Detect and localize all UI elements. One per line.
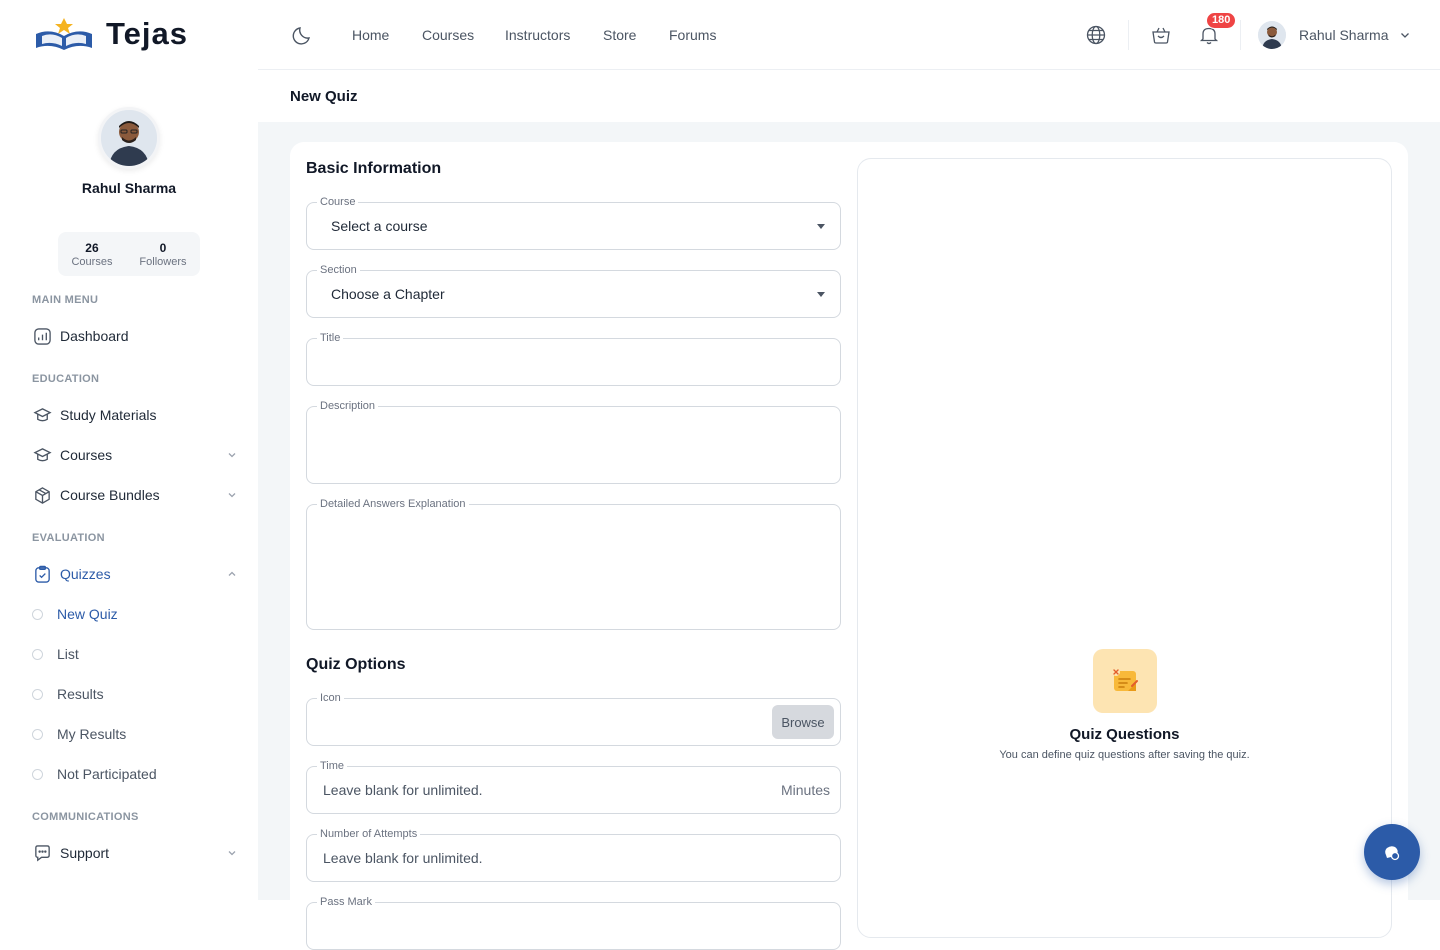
attempts-placeholder: Leave blank for unlimited. — [323, 850, 483, 866]
sidebar-item-courses[interactable]: Courses — [32, 443, 240, 467]
book-logo-icon — [36, 18, 92, 50]
basic-information-title: Basic Information — [306, 160, 442, 177]
heading-main-menu: MAIN MENU — [32, 294, 99, 306]
divider — [1128, 20, 1129, 50]
bullet-icon — [32, 608, 43, 620]
nav-instructors[interactable]: Instructors — [505, 27, 570, 43]
icon-file-input[interactable]: Icon Browse — [306, 691, 841, 746]
section-select[interactable]: Section Choose a Chapter — [306, 263, 841, 318]
shopping-basket-icon[interactable] — [1150, 24, 1172, 46]
section-value: Choose a Chapter — [331, 286, 445, 302]
main-content: Basic Information Course Select a course… — [258, 122, 1440, 950]
course-select[interactable]: Course Select a course — [306, 195, 841, 250]
sidebar: Tejas Rahul Sharma 26 Courses 0 Follower… — [0, 0, 258, 900]
chat-bubble-icon — [32, 843, 52, 863]
title-input[interactable]: Title — [306, 331, 841, 386]
nav-store[interactable]: Store — [603, 27, 636, 43]
sidebar-item-quizzes[interactable]: Quizzes — [32, 562, 240, 586]
chat-icon — [1385, 846, 1400, 861]
description-textarea[interactable]: Description — [306, 399, 841, 484]
heading-evaluation: EVALUATION — [32, 532, 105, 544]
sticky-note-icon — [1093, 649, 1157, 713]
bullet-icon — [32, 768, 43, 780]
sidebar-item-support[interactable]: Support — [32, 841, 240, 865]
top-navbar: Home Courses Instructors Store Forums 18… — [258, 0, 1440, 70]
time-placeholder: Leave blank for unlimited. — [323, 782, 483, 798]
course-value: Select a course — [331, 218, 428, 234]
title-label: Title — [317, 331, 344, 345]
chevron-down-icon — [1400, 33, 1409, 38]
caret-down-icon — [817, 224, 825, 229]
bullet-icon — [32, 648, 43, 660]
course-label: Course — [317, 195, 359, 209]
profile-stats: 26 Courses 0 Followers — [58, 232, 200, 276]
bullet-icon — [32, 728, 43, 740]
clipboard-check-icon — [32, 564, 52, 584]
quiz-form-card: Basic Information Course Select a course… — [290, 142, 1408, 950]
attempts-label: Number of Attempts — [317, 827, 421, 841]
heading-communications: COMMUNICATIONS — [32, 811, 139, 823]
chevron-down-icon — [228, 493, 236, 498]
time-unit-suffix: Minutes — [780, 782, 830, 798]
chat-support-button[interactable] — [1364, 824, 1420, 880]
brand-logo[interactable]: Tejas — [32, 16, 188, 52]
chevron-up-icon — [228, 571, 236, 576]
time-label: Time — [317, 759, 348, 773]
box-icon — [32, 485, 52, 505]
sidebar-subitem-results[interactable]: Results — [32, 683, 232, 705]
stat-courses: 26 Courses — [71, 240, 113, 268]
description-label: Description — [317, 399, 379, 413]
sidebar-subitem-not-participated[interactable]: Not Participated — [32, 763, 232, 785]
quiz-questions-description: You can define quiz questions after savi… — [999, 749, 1250, 761]
avatar — [1258, 21, 1286, 49]
section-label: Section — [317, 263, 360, 277]
pass-mark-label: Pass Mark — [317, 895, 375, 909]
page-header: New Quiz — [258, 70, 1440, 122]
pass-mark-input[interactable]: Pass Mark — [306, 895, 841, 950]
quiz-questions-title: Quiz Questions — [1069, 726, 1180, 743]
answers-explanation-label: Detailed Answers Explanation — [317, 497, 469, 511]
user-menu[interactable]: Rahul Sharma — [1258, 21, 1411, 49]
browse-button[interactable]: Browse — [772, 705, 834, 739]
answers-explanation-textarea[interactable]: Detailed Answers Explanation — [306, 497, 841, 630]
globe-icon[interactable] — [1085, 24, 1107, 46]
divider — [1240, 20, 1241, 50]
brand-name: Tejas — [106, 16, 188, 51]
nav-forums[interactable]: Forums — [669, 27, 716, 43]
nav-courses[interactable]: Courses — [422, 27, 474, 43]
sidebar-item-study-materials[interactable]: Study Materials — [32, 403, 240, 427]
attempts-input[interactable]: Number of Attempts Leave blank for unlim… — [306, 827, 841, 882]
sidebar-subitem-my-results[interactable]: My Results — [32, 723, 232, 745]
moon-icon[interactable] — [292, 24, 314, 46]
page-title: New Quiz — [290, 88, 358, 105]
profile-avatar[interactable] — [98, 107, 160, 169]
notification-badge: 180 — [1206, 12, 1237, 29]
sidebar-subitem-new-quiz[interactable]: New Quiz — [32, 603, 232, 625]
dashboard-icon — [32, 326, 52, 346]
bullet-icon — [32, 688, 43, 700]
profile-name: Rahul Sharma — [81, 180, 177, 196]
sidebar-item-dashboard[interactable]: Dashboard — [32, 324, 240, 348]
sidebar-item-course-bundles[interactable]: Course Bundles — [32, 483, 240, 507]
graduation-cap-icon — [32, 445, 52, 465]
sidebar-subitem-list[interactable]: List — [32, 643, 232, 665]
chevron-down-icon — [228, 453, 236, 458]
chevron-down-icon — [228, 851, 236, 856]
heading-education: EDUCATION — [32, 373, 100, 385]
time-input[interactable]: Time Leave blank for unlimited. Minutes — [306, 759, 841, 814]
quiz-options-title: Quiz Options — [306, 656, 406, 673]
icon-label: Icon — [317, 691, 344, 705]
quiz-questions-panel: Quiz Questions You can define quiz quest… — [857, 158, 1392, 938]
nav-home[interactable]: Home — [352, 27, 389, 43]
caret-down-icon — [817, 292, 825, 297]
stat-followers: 0 Followers — [139, 240, 187, 268]
user-name: Rahul Sharma — [1299, 27, 1389, 43]
graduation-cap-icon — [32, 405, 52, 425]
